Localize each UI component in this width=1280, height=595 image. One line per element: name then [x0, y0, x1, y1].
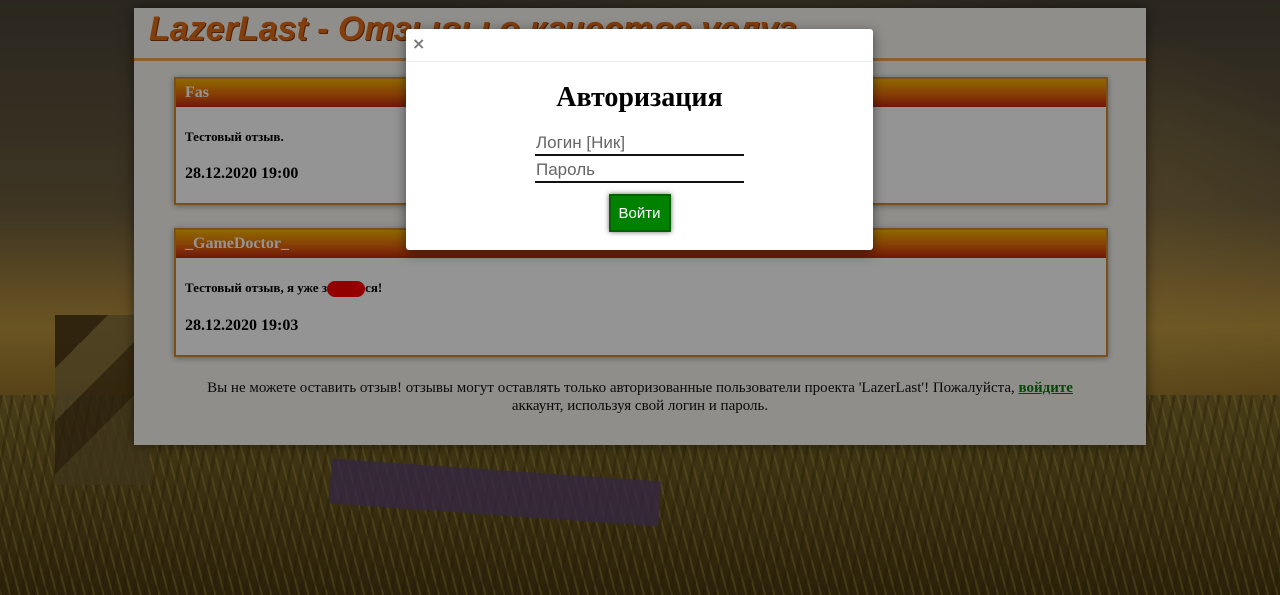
login-input[interactable] — [535, 132, 744, 156]
password-input[interactable] — [535, 159, 744, 183]
login-modal: × Авторизация Войти — [406, 29, 873, 250]
modal-title: Авторизация — [556, 82, 723, 113]
close-icon[interactable]: × — [412, 34, 425, 53]
modal-topbar: × — [406, 29, 873, 62]
login-button[interactable]: Войти — [608, 194, 671, 232]
